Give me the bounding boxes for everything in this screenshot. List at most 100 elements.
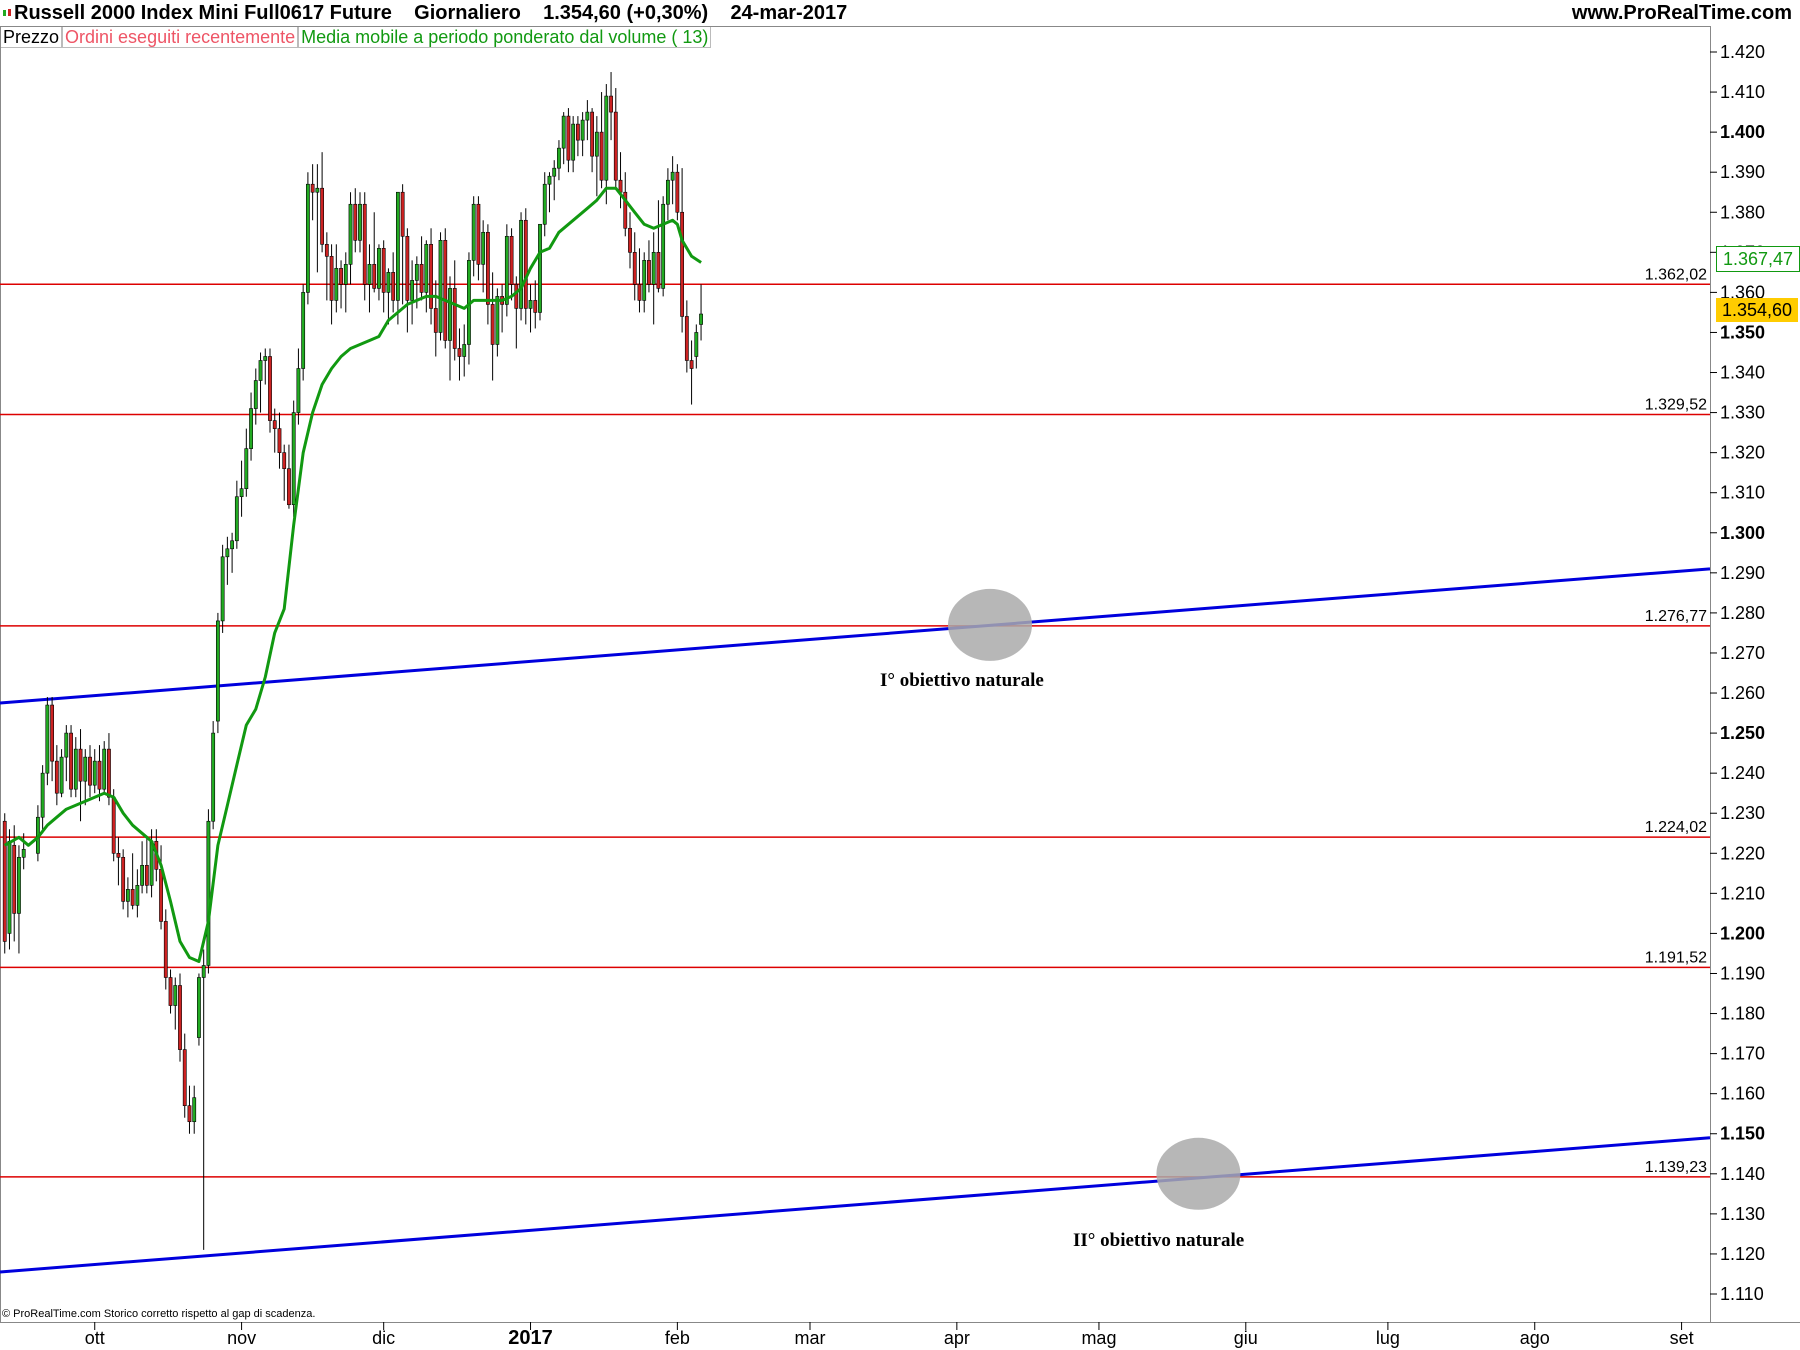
candle-body bbox=[424, 244, 429, 293]
candle-body bbox=[69, 732, 73, 790]
candle-body bbox=[159, 869, 163, 922]
candle-up bbox=[438, 232, 443, 341]
candle-down bbox=[405, 228, 410, 333]
candle-up bbox=[211, 721, 216, 830]
candles bbox=[2, 72, 703, 1250]
candle-down bbox=[2, 813, 7, 954]
candle-body bbox=[21, 848, 26, 858]
y-tick-label: 1.380 bbox=[1720, 202, 1765, 222]
candle-body bbox=[277, 428, 282, 453]
candle-body bbox=[557, 147, 561, 169]
candle-body bbox=[144, 865, 149, 886]
candle-down bbox=[609, 72, 613, 141]
candle-down bbox=[121, 849, 126, 910]
candle-body bbox=[566, 115, 571, 161]
candle-up bbox=[504, 224, 509, 317]
candle-up bbox=[197, 973, 201, 1046]
candle-up bbox=[201, 949, 206, 1250]
candle-body bbox=[433, 308, 438, 333]
candle-down bbox=[187, 1085, 192, 1134]
candle-up bbox=[561, 112, 566, 165]
y-tick-label: 1.110 bbox=[1720, 1284, 1764, 1304]
candle-body bbox=[353, 203, 358, 241]
candle-body bbox=[287, 468, 291, 506]
candle-up bbox=[528, 284, 533, 333]
candle-body bbox=[178, 985, 182, 1050]
candle-up bbox=[17, 845, 21, 954]
candle-body bbox=[130, 889, 135, 906]
horizontal-level-label: 1.276,77 bbox=[1645, 608, 1707, 625]
candle-up bbox=[547, 172, 552, 213]
candle-body bbox=[192, 1097, 197, 1123]
candle-down bbox=[575, 116, 580, 157]
candle-body bbox=[45, 704, 50, 774]
candle-up bbox=[343, 252, 348, 313]
candle-body bbox=[258, 360, 263, 381]
candle-body bbox=[135, 885, 140, 906]
candle-up bbox=[40, 765, 45, 834]
candle-body bbox=[187, 1105, 192, 1123]
y-tick-label: 1.400 bbox=[1720, 122, 1765, 142]
candle-up bbox=[296, 348, 301, 425]
x-tick-label: dic bbox=[372, 1328, 395, 1348]
candle-down bbox=[168, 969, 173, 1014]
candle-body bbox=[504, 235, 509, 305]
candle-body bbox=[12, 844, 17, 914]
candle-up bbox=[670, 156, 675, 205]
candle-down bbox=[69, 725, 73, 798]
trend-line bbox=[0, 1136, 1711, 1274]
trend-lines bbox=[0, 567, 1711, 1274]
candle-body bbox=[547, 175, 552, 185]
candle-body bbox=[239, 488, 244, 498]
x-tick-label: ott bbox=[85, 1328, 105, 1348]
candle-up bbox=[140, 841, 145, 894]
candle-body bbox=[305, 183, 310, 293]
candle-body bbox=[116, 852, 121, 858]
candle-body bbox=[2, 820, 7, 942]
candle-up bbox=[305, 172, 310, 305]
candle-up bbox=[358, 192, 362, 253]
candle-up bbox=[367, 244, 372, 313]
candle-up bbox=[315, 164, 320, 273]
candle-down bbox=[566, 108, 571, 173]
candle-body bbox=[552, 167, 557, 177]
candle-up bbox=[263, 348, 268, 385]
candle-down bbox=[268, 348, 272, 433]
candle-body bbox=[590, 111, 595, 157]
candle-body bbox=[538, 223, 542, 313]
candle-up bbox=[699, 284, 703, 341]
candle-body bbox=[661, 203, 666, 289]
candle-body bbox=[182, 1049, 187, 1106]
candle-body bbox=[405, 235, 410, 301]
y-tick-label: 1.120 bbox=[1720, 1244, 1765, 1264]
candle-down bbox=[50, 697, 55, 782]
candle-up bbox=[220, 544, 225, 633]
candle-body bbox=[495, 296, 500, 345]
candle-down bbox=[523, 208, 528, 325]
candle-down bbox=[485, 224, 490, 325]
candle-body bbox=[121, 856, 126, 902]
candle-up bbox=[377, 244, 381, 301]
candle-down bbox=[623, 172, 628, 237]
candle-body bbox=[253, 380, 258, 409]
target1-annotation: I° obiettivo naturale bbox=[880, 670, 1044, 691]
y-tick-label: 1.410 bbox=[1720, 82, 1765, 102]
candle-down bbox=[400, 184, 405, 305]
candle-up bbox=[585, 100, 590, 141]
candle-down bbox=[54, 745, 59, 806]
candle-body bbox=[211, 732, 216, 822]
candle-body bbox=[163, 921, 168, 978]
candle-up bbox=[495, 288, 500, 357]
candle-up bbox=[102, 741, 107, 794]
candle-body bbox=[528, 300, 533, 309]
candle-up bbox=[462, 324, 467, 377]
candle-body bbox=[334, 268, 339, 301]
candle-up bbox=[73, 737, 78, 798]
candle-body bbox=[585, 111, 590, 121]
candle-body bbox=[599, 131, 604, 181]
candle-body bbox=[140, 865, 145, 886]
candle-body bbox=[452, 288, 457, 349]
candle-down bbox=[684, 300, 689, 373]
candle-up bbox=[239, 460, 244, 517]
candle-up bbox=[467, 252, 471, 365]
